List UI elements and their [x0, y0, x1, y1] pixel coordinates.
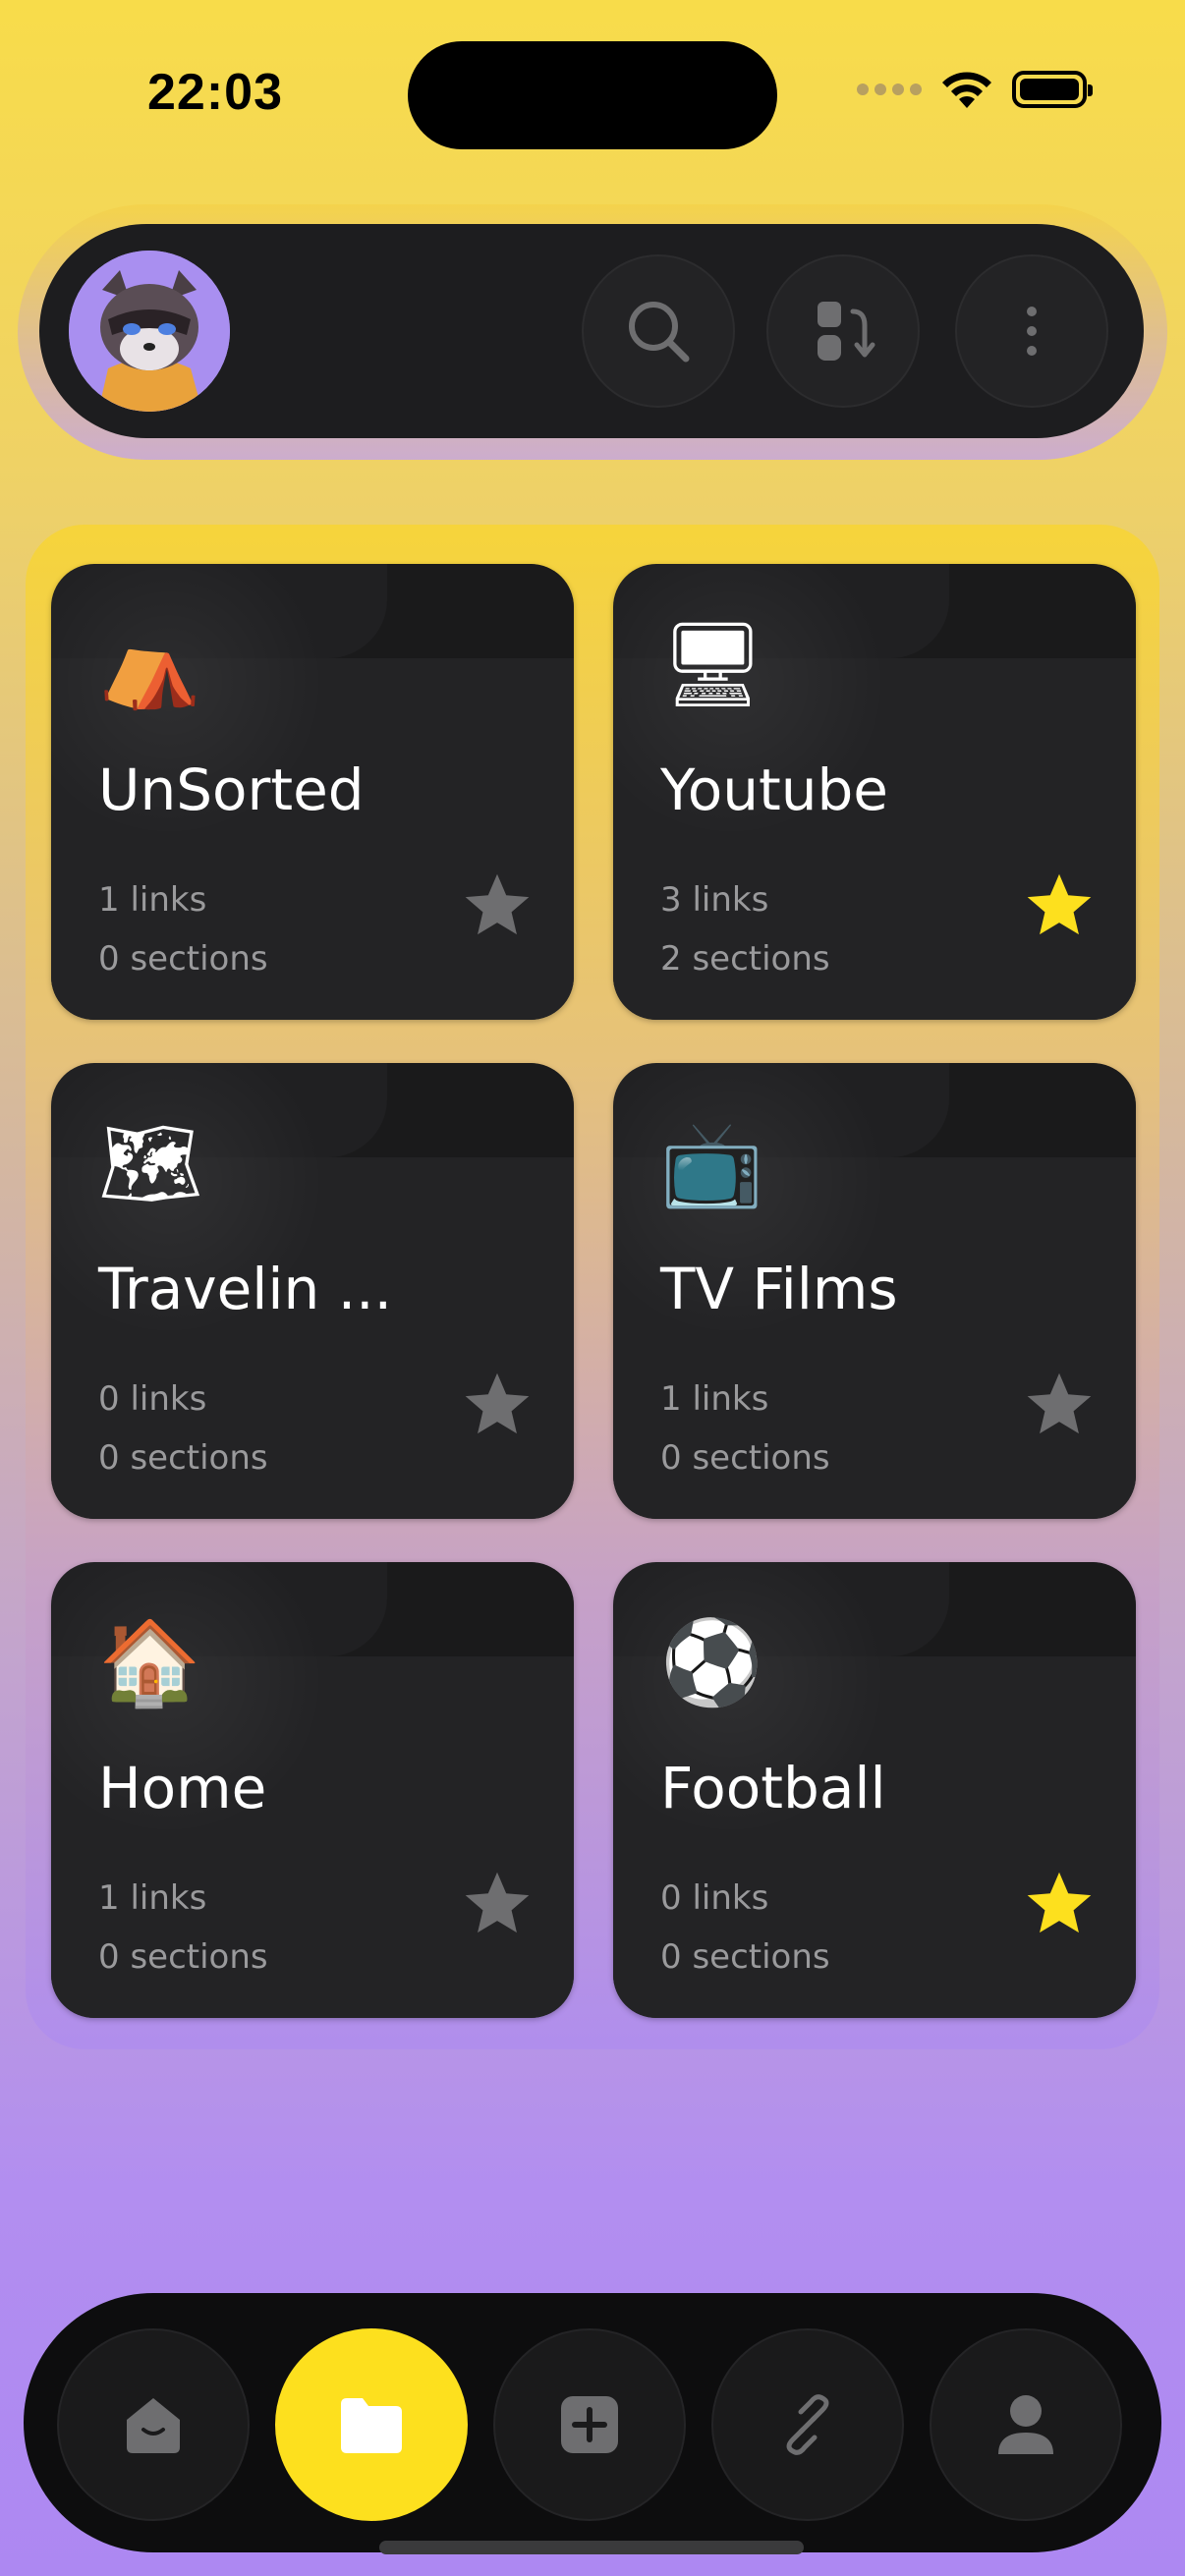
dynamic-island: [408, 41, 777, 149]
raccoon-avatar-icon[interactable]: [69, 251, 230, 412]
star-icon[interactable]: [460, 1368, 535, 1442]
sort-icon: [818, 302, 875, 361]
status-icons: [857, 69, 1093, 110]
folder-tab-shape: [250, 1562, 574, 1656]
house-icon: 🏠: [98, 1614, 201, 1710]
soccer-ball-icon: ⚽: [660, 1614, 763, 1710]
folder-links-count: 1 links: [98, 1878, 207, 1918]
sort-button[interactable]: [766, 254, 920, 408]
folder-sections-count: 2 sections: [660, 939, 830, 979]
battery-icon: [1012, 71, 1093, 108]
folder-tab-shape: [812, 564, 1136, 658]
tent-icon: ⛺: [98, 616, 201, 712]
nav-folders-button[interactable]: [275, 2328, 468, 2521]
folder-title: Travelin ...: [98, 1256, 393, 1322]
folder-card[interactable]: 🗺 Travelin ... 0 links 0 sections: [51, 1063, 574, 1519]
folder-title: TV Films: [660, 1256, 898, 1322]
folder-links-count: 0 links: [98, 1379, 207, 1419]
wifi-icon: [942, 72, 991, 108]
folder-tab-shape: [812, 1063, 1136, 1157]
nav-profile-button[interactable]: [930, 2328, 1122, 2521]
folder-title: Home: [98, 1755, 267, 1821]
folder-title: Youtube: [660, 756, 888, 823]
star-icon[interactable]: [1022, 1368, 1097, 1442]
more-vertical-icon: [1027, 307, 1037, 356]
folder-title: Football: [660, 1755, 886, 1821]
folder-title: UnSorted: [98, 756, 365, 823]
folder-tab-shape: [812, 1562, 1136, 1656]
search-icon: [629, 302, 690, 363]
link-icon: [786, 2394, 829, 2455]
world-map-icon: 🗺: [98, 1115, 203, 1211]
folder-sections-count: 0 sections: [660, 1438, 830, 1478]
status-time: 22:03: [147, 64, 283, 121]
star-icon[interactable]: [1022, 868, 1097, 943]
home-smile-icon: [127, 2398, 180, 2453]
star-icon[interactable]: [460, 1867, 535, 1941]
television-icon: 📺: [660, 1115, 763, 1211]
add-square-icon: [561, 2396, 618, 2453]
nav-home-button[interactable]: [57, 2328, 250, 2521]
folder-tab-shape: [250, 564, 574, 658]
folder-sections-count: 0 sections: [98, 939, 268, 979]
folder-links-count: 0 links: [660, 1878, 769, 1918]
search-button[interactable]: [582, 254, 735, 408]
folder-card[interactable]: 📺 TV Films 1 links 0 sections: [613, 1063, 1136, 1519]
star-icon[interactable]: [1022, 1867, 1097, 1941]
folder-sections-count: 0 sections: [98, 1438, 268, 1478]
star-icon[interactable]: [460, 868, 535, 943]
cellular-signal-icon: [857, 84, 922, 95]
folder-icon: [341, 2398, 402, 2453]
folder-sections-count: 0 sections: [660, 1937, 830, 1977]
profile-icon: [998, 2395, 1053, 2454]
folder-card[interactable]: 🏠 Home 1 links 0 sections: [51, 1562, 574, 2018]
desktop-computer-icon: 🖥: [660, 616, 765, 712]
folder-tab-shape: [250, 1063, 574, 1157]
folder-links-count: 1 links: [98, 880, 207, 920]
nav-links-button[interactable]: [711, 2328, 904, 2521]
folder-links-count: 3 links: [660, 880, 769, 920]
more-options-button[interactable]: [955, 254, 1108, 408]
nav-add-button[interactable]: [493, 2328, 686, 2521]
folder-links-count: 1 links: [660, 1379, 769, 1419]
folder-card[interactable]: 🖥 Youtube 3 links 2 sections: [613, 564, 1136, 1020]
top-bar: [39, 224, 1144, 438]
home-indicator: [379, 2541, 804, 2554]
folder-card[interactable]: ⛺ UnSorted 1 links 0 sections: [51, 564, 574, 1020]
folder-card[interactable]: ⚽ Football 0 links 0 sections: [613, 1562, 1136, 2018]
bottom-navigation: [24, 2293, 1161, 2552]
folder-sections-count: 0 sections: [98, 1937, 268, 1977]
